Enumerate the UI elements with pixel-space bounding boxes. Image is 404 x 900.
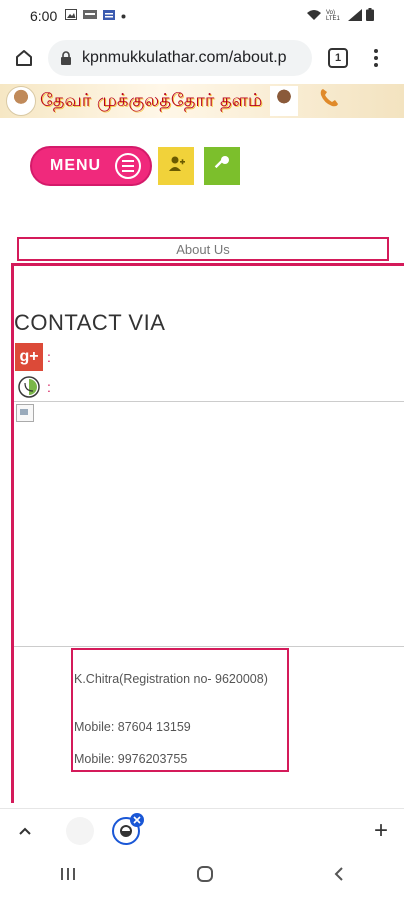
- url-text: kpnmukkulathar.com/about.p: [82, 49, 287, 66]
- whatsapp-separator: :: [47, 379, 51, 395]
- crescent-tab-icon[interactable]: [66, 816, 94, 845]
- google-plus-icon[interactable]: g+: [15, 343, 43, 371]
- signal-icon: [348, 8, 362, 24]
- news-icon: [103, 9, 116, 23]
- gallery-icon: [65, 9, 78, 23]
- login-button[interactable]: [204, 147, 240, 185]
- address-bar[interactable]: kpnmukkulathar.com/about.p: [48, 40, 312, 76]
- volte-icon: Vo) LTE1: [326, 10, 340, 22]
- phone-icon[interactable]: [318, 87, 340, 115]
- divider: [14, 401, 404, 402]
- home-icon[interactable]: [4, 38, 44, 78]
- contact-mobile-2[interactable]: Mobile: 9976203755: [74, 752, 187, 766]
- status-notification-icons: [65, 9, 126, 23]
- divider: [14, 646, 404, 647]
- menu-button[interactable]: MENU: [30, 146, 152, 186]
- chevron-up-icon[interactable]: [18, 824, 32, 838]
- section-title: About Us: [17, 237, 389, 261]
- site-banner[interactable]: தேவர் முக்குலத்தோர் தளம்: [0, 84, 404, 118]
- recents-icon[interactable]: [59, 866, 77, 887]
- key-icon: [213, 155, 231, 178]
- menu-label: MENU: [50, 157, 102, 174]
- google-plus-separator: :: [47, 349, 51, 365]
- dot-icon: [121, 10, 126, 22]
- status-system-icons: Vo) LTE1: [306, 8, 374, 24]
- browser-toolbar: kpnmukkulathar.com/about.p 1: [0, 32, 404, 84]
- new-tab-icon[interactable]: +: [374, 817, 388, 845]
- site-nav: MENU: [30, 146, 240, 186]
- tab-switcher-button[interactable]: 1: [328, 48, 348, 68]
- wifi-icon: [306, 9, 322, 24]
- status-bar: 6:00 Vo) LTE1: [0, 0, 404, 32]
- system-nav-bar: [0, 852, 404, 900]
- banner-title: தேவர் முக்குலத்தோர் தளம்: [40, 89, 263, 111]
- messages-icon: [83, 10, 98, 22]
- battery-icon: [366, 8, 374, 24]
- browser-bottom-bar: +: [0, 808, 404, 852]
- hamburger-icon: [115, 153, 142, 179]
- person-icon: [270, 86, 299, 116]
- close-badge-icon[interactable]: [130, 812, 144, 827]
- person-icon: [6, 86, 36, 116]
- whatsapp-icon[interactable]: [15, 375, 43, 399]
- status-time: 6:00: [30, 8, 58, 24]
- lock-icon: [60, 51, 74, 65]
- home-icon[interactable]: [196, 865, 214, 888]
- broken-image-icon: [16, 404, 34, 422]
- contact-name: K.Chitra(Registration no- 9620008): [74, 672, 268, 686]
- add-user-icon: [167, 155, 185, 178]
- register-button[interactable]: [158, 147, 194, 185]
- active-tab-icon[interactable]: [112, 812, 144, 845]
- more-options-icon[interactable]: [366, 49, 386, 67]
- contact-heading: CONTACT VIA: [14, 310, 166, 335]
- contact-mobile-1[interactable]: Mobile: 87604 13159: [74, 720, 191, 734]
- back-icon[interactable]: [333, 866, 345, 887]
